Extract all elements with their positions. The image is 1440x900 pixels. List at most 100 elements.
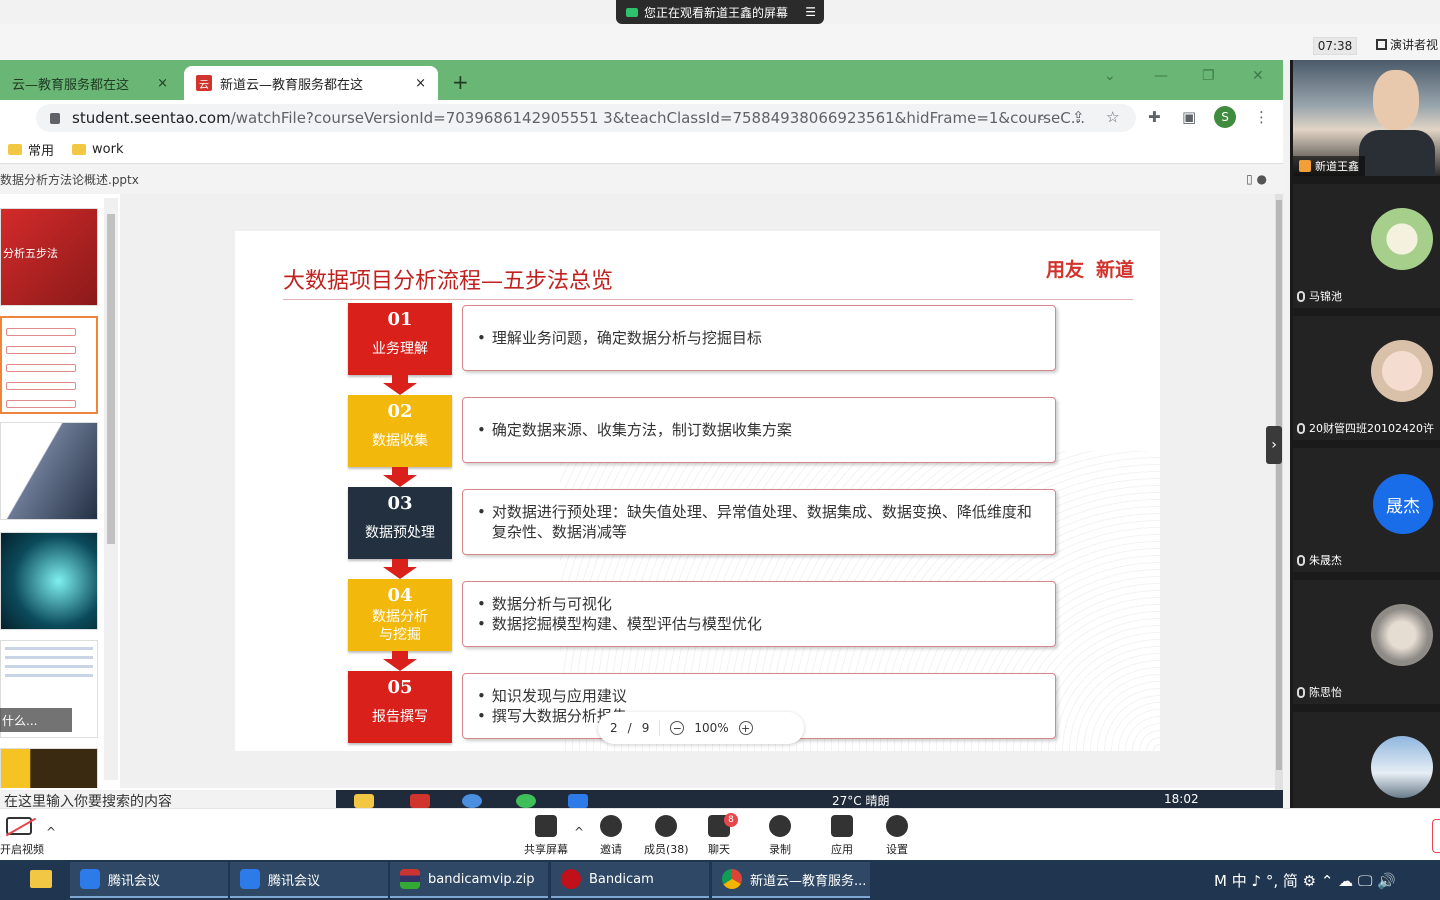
slide-thumbnail-panel: 分析五步法 什么... <box>0 198 100 788</box>
share-icon[interactable]: ⇪ <box>1072 108 1085 126</box>
participant-card[interactable]: 20财管四班20102420许 <box>1293 316 1440 440</box>
share-options-caret[interactable]: ^ <box>574 825 584 839</box>
step-label: 业务理解 <box>372 341 428 357</box>
new-tab-button[interactable]: + <box>452 70 469 94</box>
tab-bar: 云—教育服务都在这 × 云 新道云—教育服务都在这 × + ⌄ — ❐ ✕ <box>0 60 1283 100</box>
tab-inactive[interactable]: 云—教育服务都在这 × <box>0 66 180 100</box>
settings-button[interactable]: 设置 <box>886 815 908 857</box>
weather-text: 27°C 晴朗 <box>832 794 890 808</box>
taskbar-item[interactable]: 腾讯会议 <box>230 862 388 898</box>
down-arrow-icon <box>383 467 417 487</box>
share-screen-button[interactable]: 共享屏幕 <box>524 815 568 857</box>
slide: 大数据项目分析流程—五步法总览 用友 新道 01 业务理解 理解业务问题，确定数据分… <box>235 231 1160 751</box>
step-number-box: 02 数据收集 <box>348 395 452 467</box>
collapse-panel-icon[interactable]: › <box>1266 426 1282 464</box>
participant-card[interactable]: 晟杰 朱晟杰 <box>1293 448 1440 572</box>
zoom-out-icon[interactable]: − <box>670 721 685 735</box>
screen-share-banner[interactable]: 您正在观看新道王鑫的屏幕 ☰ <box>616 0 824 24</box>
tencent-meeting-icon <box>80 869 100 889</box>
slide-thumbnail[interactable]: 分析五步法 <box>0 208 98 306</box>
participant-video[interactable]: 新道王鑫 <box>1293 60 1440 176</box>
profile-avatar[interactable]: S <box>1214 106 1236 128</box>
end-meeting-button[interactable] <box>1432 819 1440 853</box>
slide-thumbnail[interactable] <box>0 422 98 520</box>
step-label: 数据收集 <box>372 433 428 449</box>
step-description: 确定数据来源、收集方法，制订数据收集方案 <box>462 397 1056 463</box>
settings-label: 设置 <box>886 843 908 856</box>
step-label: 数据预处理 <box>365 525 435 541</box>
bookmark-folder[interactable]: work <box>72 142 123 157</box>
invite-label: 邀请 <box>600 843 622 856</box>
participant-card[interactable]: 马锦池 <box>1293 184 1440 308</box>
search-hint[interactable]: 什么... <box>0 708 72 732</box>
taskbar-item[interactable]: bandicamvip.zip <box>390 862 548 898</box>
taskbar-label: Bandicam <box>589 871 654 887</box>
down-arrow-icon <box>383 559 417 579</box>
minimize-button[interactable]: — <box>1154 68 1168 84</box>
apps-button[interactable]: 应用 <box>831 815 853 857</box>
tab-search-icon[interactable]: ⌄ <box>1104 68 1116 84</box>
shared-screen-taskbar: 在这里输入你要搜索的内容 27°C 晴朗 18:02 <box>0 790 1283 808</box>
participant-name: 马锦池 <box>1309 290 1342 303</box>
url-field[interactable]: student.seentao.com/watchFile?courseVers… <box>36 104 1136 132</box>
down-arrow-icon <box>383 651 417 671</box>
bookmark-folder[interactable]: 常用 <box>8 140 54 159</box>
avatar <box>1371 340 1433 402</box>
step-number: 05 <box>387 677 413 698</box>
step-description: 理解业务问题，确定数据分析与挖掘目标 <box>462 305 1056 371</box>
address-bar-row: student.seentao.com/watchFile?courseVers… <box>0 100 1283 136</box>
step-bullet: 数据挖掘模型构建、模型评估与模型优化 <box>477 614 1041 634</box>
record-button[interactable]: 录制 <box>769 815 791 857</box>
zoom-icon[interactable]: ⌕ <box>1038 108 1046 126</box>
logo-right: 新道 <box>1095 259 1134 281</box>
slide-thumbnail[interactable] <box>0 532 98 630</box>
participant-card[interactable] <box>1293 712 1440 808</box>
taskbar-item[interactable]: 腾讯会议 <box>70 862 228 898</box>
step-number: 02 <box>387 401 413 422</box>
page-separator: / <box>627 721 632 735</box>
system-tray[interactable]: M 中 ♪ °, 简 ⚙ ⌃ ☁ 🖵 🔊 <box>1214 870 1396 891</box>
step-bullet: 确定数据来源、收集方法，制订数据收集方案 <box>477 420 1041 440</box>
gear-icon <box>886 815 908 837</box>
participant-card[interactable]: 陈思怡 <box>1293 580 1440 704</box>
taskbar-item[interactable]: 新道云—教育服务... <box>712 862 870 898</box>
start-video-button[interactable]: 开启视频 <box>0 817 44 857</box>
app-icon <box>516 794 536 808</box>
share-label: 共享屏幕 <box>524 843 568 856</box>
close-tab-icon[interactable]: × <box>157 76 168 91</box>
file-title-bar: 数据分析方法论概述.pptx ▯ ● <box>0 164 1283 194</box>
banner-menu-icon[interactable]: ☰ <box>805 5 816 19</box>
members-icon <box>655 815 678 837</box>
participant-name: 朱晟杰 <box>1309 554 1342 567</box>
extensions-icon[interactable]: ✚ <box>1148 108 1161 126</box>
more-menu-icon[interactable]: ⋮ <box>1254 108 1269 126</box>
slide-thumbnail-selected[interactable] <box>0 316 98 414</box>
presenter-view-button[interactable]: 演讲者视 <box>1376 36 1438 53</box>
taskbar-label: 腾讯会议 <box>268 873 321 889</box>
tab-active[interactable]: 云 新道云—教育服务都在这 × <box>184 66 438 100</box>
step-label: 数据分析与挖掘 <box>372 609 428 643</box>
title-divider <box>283 299 1133 300</box>
viewer-controls-icon[interactable]: ▯ ● <box>1246 172 1267 186</box>
host-icon <box>1299 160 1311 172</box>
step-bullet: 数据分析与可视化 <box>477 594 1041 614</box>
bookmark-star-icon[interactable]: ☆ <box>1106 108 1119 126</box>
apps-label: 应用 <box>831 843 853 856</box>
file-explorer-icon[interactable] <box>30 870 52 888</box>
slide-thumbnail[interactable] <box>0 748 98 788</box>
mic-muted-icon <box>1297 554 1305 566</box>
zoom-in-icon[interactable]: + <box>738 721 753 735</box>
video-options-caret[interactable]: ^ <box>46 825 56 839</box>
sidepanel-icon[interactable]: ▣ <box>1182 108 1196 126</box>
close-window-button[interactable]: ✕ <box>1252 68 1264 84</box>
restore-button[interactable]: ❐ <box>1202 68 1215 84</box>
invite-button[interactable]: 邀请 <box>600 815 622 857</box>
close-tab-icon[interactable]: × <box>415 76 426 91</box>
taskbar-item[interactable]: Bandicam <box>551 862 709 898</box>
taskbar-label: 腾讯会议 <box>108 873 161 889</box>
url-host: student.seentao.com <box>72 109 231 127</box>
thumbnail-scrollbar[interactable] <box>104 198 118 780</box>
members-button[interactable]: 成员(38) <box>644 815 689 857</box>
page-navigator: 2 / 9 − 100% + <box>598 712 804 744</box>
viewer-scrollbar[interactable] <box>1275 194 1283 808</box>
